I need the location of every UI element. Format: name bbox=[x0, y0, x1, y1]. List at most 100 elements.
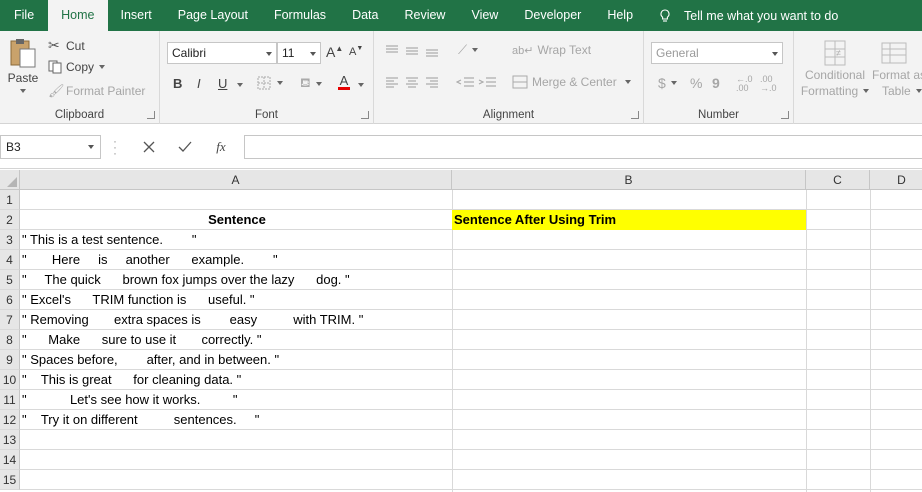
confirm-entry-button[interactable] bbox=[170, 135, 200, 159]
clipboard-group: Paste ✂ Cut Copy 🖌 Format Painter Clipbo… bbox=[0, 31, 160, 124]
row-header[interactable]: 14 bbox=[0, 450, 20, 470]
wrap-text-button[interactable]: ab↵ Wrap Text bbox=[512, 43, 591, 57]
merge-center-button[interactable]: Merge & Center bbox=[512, 75, 631, 89]
increase-decimal-button[interactable]: ←.0.00 bbox=[736, 75, 753, 93]
paste-button[interactable]: Paste bbox=[4, 37, 42, 93]
tab-view[interactable]: View bbox=[458, 0, 511, 31]
bold-button[interactable]: B bbox=[173, 76, 182, 91]
row-header[interactable]: 9 bbox=[0, 350, 20, 370]
decrease-decimal-button[interactable]: .00 →.0 bbox=[760, 75, 777, 93]
cell-a6[interactable]: " Excel's TRIM function is useful. " bbox=[20, 290, 255, 310]
cut-button[interactable]: ✂ Cut bbox=[48, 37, 85, 54]
cell-a7[interactable]: " Removing extra spaces is easy with TRI… bbox=[20, 310, 363, 330]
select-all-button[interactable] bbox=[0, 170, 20, 190]
horizontal-align-icons[interactable] bbox=[384, 76, 444, 90]
gridline bbox=[20, 469, 922, 470]
cell-a5[interactable]: " The quick brown fox jumps over the laz… bbox=[20, 270, 350, 290]
tab-review[interactable]: Review bbox=[391, 0, 458, 31]
cell-a2[interactable]: Sentence bbox=[20, 210, 452, 230]
font-launcher-icon[interactable] bbox=[361, 111, 369, 119]
row-header[interactable]: 1 bbox=[0, 190, 20, 210]
ribbon-tab-bar: File Home Insert Page Layout Formulas Da… bbox=[0, 0, 922, 31]
tab-formulas[interactable]: Formulas bbox=[261, 0, 339, 31]
tell-me-box[interactable]: Tell me what you want to do bbox=[658, 9, 838, 23]
formula-input[interactable] bbox=[244, 135, 922, 159]
row-header[interactable]: 13 bbox=[0, 430, 20, 450]
formula-bar-resize-handle[interactable]: · · · bbox=[113, 135, 117, 159]
copy-button[interactable]: Copy bbox=[48, 60, 106, 74]
tab-file[interactable]: File bbox=[0, 0, 48, 31]
worksheet-grid[interactable]: A B C D 1 2 3 4 5 6 7 8 9 10 11 12 13 14 15 Sentence S… bbox=[0, 170, 922, 492]
underline-button[interactable]: U bbox=[218, 76, 227, 91]
row-header[interactable]: 7 bbox=[0, 310, 20, 330]
comma-button[interactable]: 9 bbox=[712, 75, 720, 91]
row-header[interactable]: 2 bbox=[0, 210, 20, 230]
merge-center-icon bbox=[512, 75, 528, 89]
borders-button[interactable] bbox=[256, 75, 283, 91]
column-header-a[interactable]: A bbox=[20, 170, 452, 190]
cell-a10[interactable]: " This is great for cleaning data. " bbox=[20, 370, 241, 390]
number-label: Number bbox=[698, 109, 739, 121]
paste-dropdown-icon[interactable] bbox=[20, 89, 26, 93]
column-header-c[interactable]: C bbox=[806, 170, 870, 190]
format-as-table-button[interactable]: Format as Table bbox=[872, 39, 922, 99]
fill-color-button[interactable]: ⛾ bbox=[300, 75, 322, 93]
row-header[interactable]: 5 bbox=[0, 270, 20, 290]
check-icon bbox=[178, 141, 192, 152]
cell-a4[interactable]: " Here is another example. " bbox=[20, 250, 278, 270]
cell-a8[interactable]: " Make sure to use it correctly. " bbox=[20, 330, 261, 350]
currency-icon: $ bbox=[658, 75, 666, 91]
vertical-align-icons[interactable] bbox=[384, 44, 444, 58]
tab-insert[interactable]: Insert bbox=[108, 0, 165, 31]
row-header[interactable]: 15 bbox=[0, 470, 20, 490]
percent-button[interactable]: % bbox=[690, 75, 702, 91]
row-header[interactable]: 4 bbox=[0, 250, 20, 270]
clipboard-launcher-icon[interactable] bbox=[147, 111, 155, 119]
row-header[interactable]: 10 bbox=[0, 370, 20, 390]
tab-home[interactable]: Home bbox=[48, 0, 108, 31]
cell-a9[interactable]: " Spaces before, after, and in between. … bbox=[20, 350, 279, 370]
tab-data[interactable]: Data bbox=[339, 0, 391, 31]
row-header[interactable]: 12 bbox=[0, 410, 20, 430]
font-color-swatch bbox=[338, 87, 350, 90]
row-header[interactable]: 6 bbox=[0, 290, 20, 310]
row-header[interactable]: 3 bbox=[0, 230, 20, 250]
grow-font-button[interactable]: A ▲ bbox=[326, 44, 343, 61]
tab-page-layout[interactable]: Page Layout bbox=[165, 0, 261, 31]
clipboard-label: Clipboard bbox=[54, 109, 105, 121]
alignment-launcher-icon[interactable] bbox=[631, 111, 639, 119]
font-size-combo[interactable]: 11 bbox=[277, 42, 321, 64]
copy-dropdown-icon[interactable] bbox=[99, 65, 106, 69]
name-box[interactable]: B3 bbox=[0, 135, 101, 159]
cell-b2[interactable]: Sentence After Using Trim bbox=[452, 210, 806, 230]
cell-a11[interactable]: " Let's see how it works. " bbox=[20, 390, 237, 410]
cancel-entry-button[interactable] bbox=[134, 135, 164, 159]
indent-icons[interactable] bbox=[456, 76, 500, 90]
name-box-value: B3 bbox=[6, 140, 21, 154]
number-format-combo[interactable]: General bbox=[651, 42, 783, 64]
ribbon: Paste ✂ Cut Copy 🖌 Format Painter Clipbo… bbox=[0, 31, 922, 124]
font-size-dropdown-icon bbox=[310, 52, 316, 56]
orientation-button[interactable]: ⟋ bbox=[458, 42, 479, 58]
conditional-formatting-button[interactable]: ≠ Conditional Formatting bbox=[801, 39, 870, 99]
tab-help[interactable]: Help bbox=[594, 0, 646, 31]
cell-a12[interactable]: " Try it on different sentences. " bbox=[20, 410, 259, 430]
paint-bucket-icon: ⛾ bbox=[300, 75, 311, 90]
format-painter-button[interactable]: 🖌 Format Painter bbox=[48, 83, 145, 99]
row-header[interactable]: 11 bbox=[0, 390, 20, 410]
font-color-button[interactable]: A bbox=[338, 73, 350, 90]
currency-button[interactable]: $ bbox=[658, 75, 677, 91]
insert-function-button[interactable]: fx bbox=[206, 135, 236, 159]
cell-a3[interactable]: " This is a test sentence. " bbox=[20, 230, 196, 250]
column-header-b[interactable]: B bbox=[452, 170, 806, 190]
tab-developer[interactable]: Developer bbox=[511, 0, 594, 31]
italic-button[interactable]: I bbox=[197, 76, 201, 91]
font-color-dropdown-icon[interactable] bbox=[358, 83, 364, 87]
shrink-font-button[interactable]: A ▼ bbox=[349, 45, 363, 59]
row-header[interactable]: 8 bbox=[0, 330, 20, 350]
column-header-d[interactable]: D bbox=[870, 170, 922, 190]
font-name-value: Calibri bbox=[172, 46, 207, 60]
number-launcher-icon[interactable] bbox=[781, 111, 789, 119]
font-name-combo[interactable]: Calibri bbox=[167, 42, 277, 64]
underline-dropdown-icon[interactable] bbox=[237, 83, 243, 87]
